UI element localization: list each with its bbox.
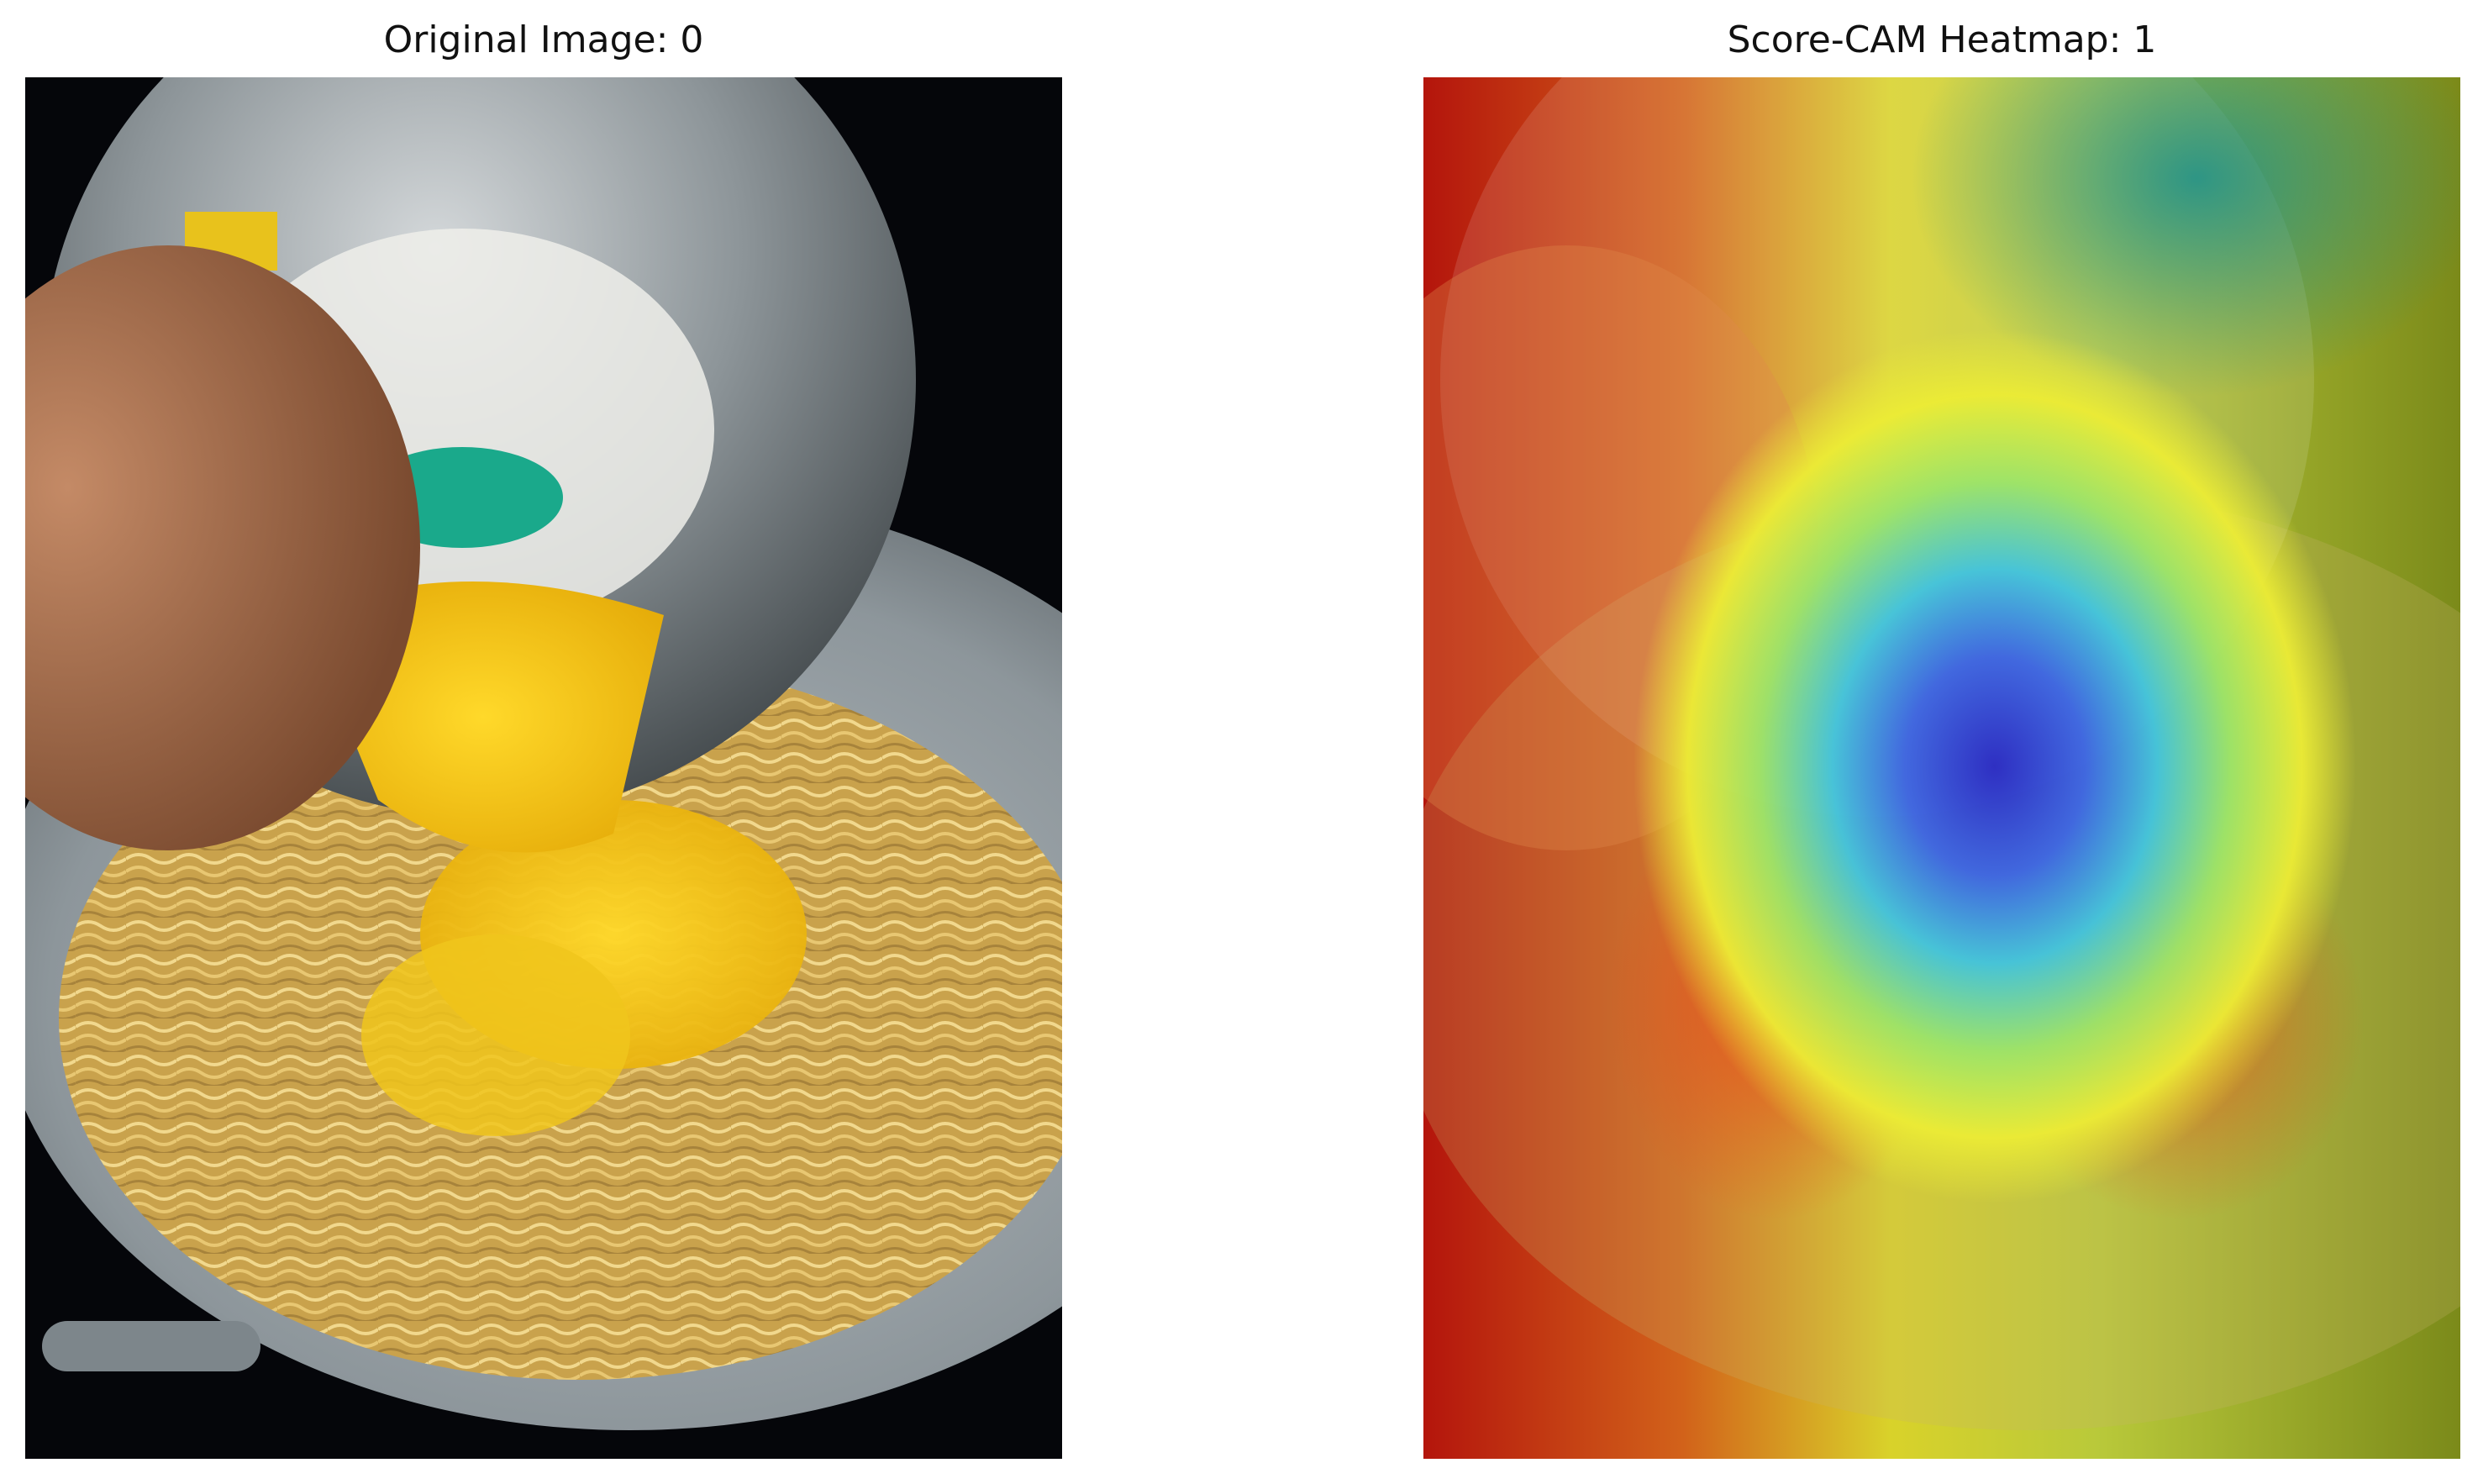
heatmap-title: Score-CAM Heatmap: 1 [1727,18,2157,61]
original-image-title: Original Image: 0 [383,18,704,61]
heatmap-overlay [1423,77,2460,1459]
heatmap-image [1423,77,2460,1459]
original-image [25,77,1062,1459]
original-photo [25,77,1062,1459]
